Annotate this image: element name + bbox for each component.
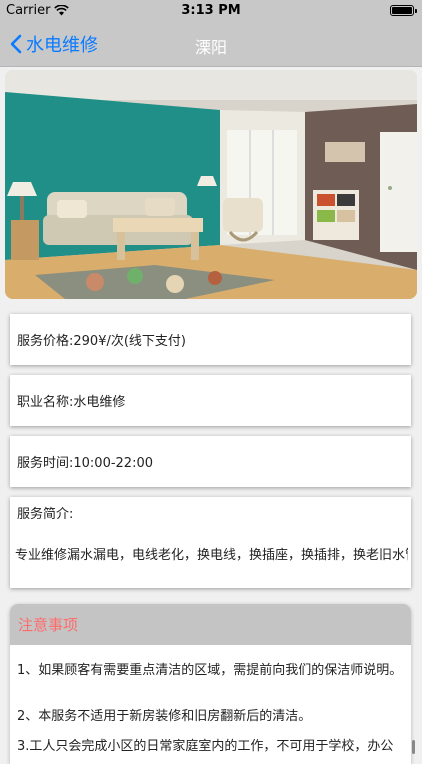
service-time-text: 服务时间:10:00-22:00: [17, 456, 153, 471]
navigation-bar: 水电维修 溧阳: [0, 22, 422, 67]
hero-photo: [5, 70, 417, 299]
living-room-illustration: [5, 70, 417, 299]
battery-level: [392, 7, 412, 14]
page-title: 溧阳: [194, 38, 227, 57]
notice-item: 1、如果顾客有需要重点清洁的区域，需提前向我们的保洁师说明。: [17, 663, 403, 678]
battery-icon: [390, 5, 417, 16]
clock: 3:13 PM: [181, 3, 241, 18]
notice-panel: 注意事项 1、如果顾客有需要重点清洁的区域，需提前向我们的保洁师说明。 2、本服…: [10, 604, 411, 764]
job-name-text: 职业名称:水电维修: [17, 395, 126, 410]
notice-item: 3.工人只会完成小区的日常家庭室内的工作，不可用于学校，办公: [17, 739, 394, 754]
service-time-card: 服务时间:10:00-22:00: [10, 436, 411, 487]
status-bar: Carrier 3:13 PM: [0, 0, 422, 22]
intro-label: 服务简介:: [17, 507, 74, 522]
notice-item: 2、本服务不适用于新房装修和旧房翻新后的清洁。: [17, 709, 312, 724]
intro-text: 专业维修漏水漏电，电线老化，换电线，换插座，换插排，换老旧水管: [15, 548, 408, 563]
scrollbar[interactable]: [412, 740, 415, 754]
intro-card: 服务简介: 专业维修漏水漏电，电线老化，换电线，换插座，换插排，换老旧水管: [10, 497, 411, 588]
job-name-card: 职业名称:水电维修: [10, 375, 411, 426]
notice-title: 注意事项: [10, 604, 411, 645]
price-text: 服务价格:290¥/次(线下支付): [17, 334, 186, 349]
price-card: 服务价格:290¥/次(线下支付): [10, 314, 411, 365]
